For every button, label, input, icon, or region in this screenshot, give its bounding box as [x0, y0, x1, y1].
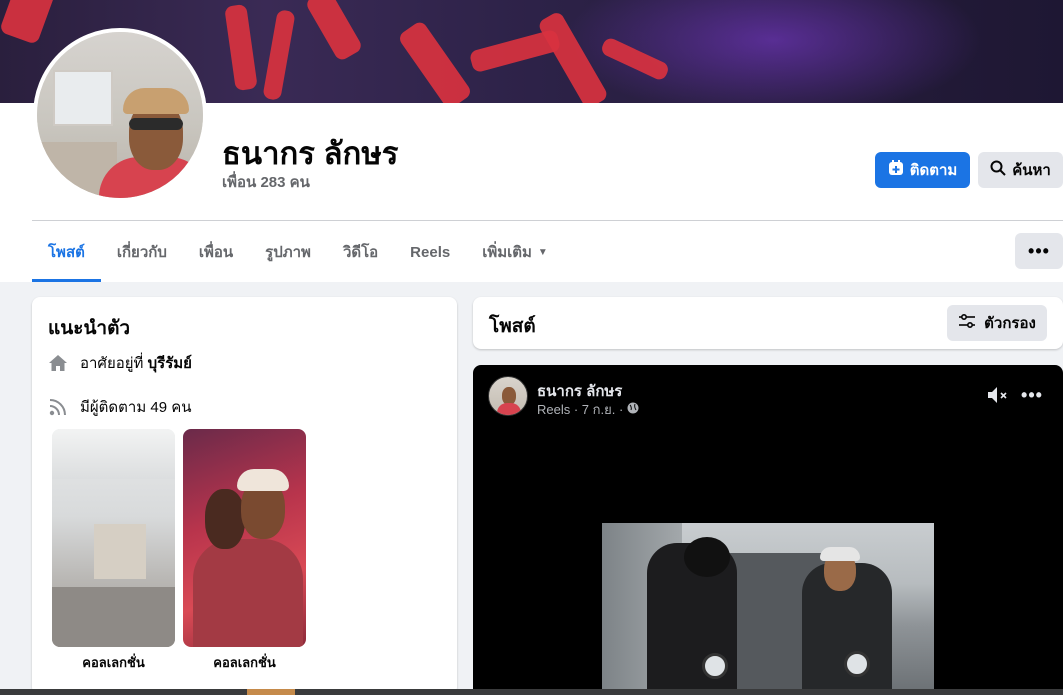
- profile-tabs: โพสต์ เกี่ยวกับ เพื่อน รูปภาพ วิดีโอ Ree…: [32, 222, 564, 282]
- tab-label: เกี่ยวกับ: [116, 244, 167, 261]
- thumb-person: [205, 489, 245, 549]
- tab-label: รูปภาพ: [265, 244, 311, 261]
- filter-icon: [958, 313, 976, 333]
- profile-header: ธนากร ลักษร เพื่อน 283 คน ติดตาม ค้นหา โ…: [0, 0, 1063, 282]
- profile-avatar[interactable]: [33, 28, 207, 202]
- tab-more[interactable]: เพิ่มเติม ▼: [466, 222, 564, 282]
- thumb-body: [193, 539, 303, 647]
- reel-video[interactable]: [602, 523, 934, 695]
- reel-more-button[interactable]: •••: [1019, 383, 1045, 407]
- more-options-button[interactable]: •••: [1015, 233, 1063, 269]
- search-button[interactable]: ค้นหา: [978, 152, 1063, 188]
- bottom-strip: [0, 689, 1063, 695]
- follow-label: ติดตาม: [909, 162, 958, 179]
- collection-label: คอลเลกชั่น: [82, 655, 145, 670]
- cover-streak: [224, 3, 258, 92]
- filter-label: ตัวกรอง: [984, 315, 1036, 332]
- avatar-shirt: [497, 403, 521, 415]
- intro-title: แนะนำตัว: [48, 318, 131, 339]
- thumb-floor: [52, 587, 175, 647]
- collection-label: คอลเลกชั่น: [213, 655, 276, 670]
- tab-friends[interactable]: เพื่อน: [183, 222, 249, 282]
- friends-count[interactable]: เพื่อน 283 คน: [222, 170, 310, 194]
- tab-label: Reels: [410, 243, 451, 261]
- followers-row: มีผู้ติดตาม 49 คน: [48, 395, 192, 419]
- add-friend-icon: [888, 160, 904, 180]
- cover-streak: [396, 19, 474, 103]
- tab-label: โพสต์: [48, 244, 85, 261]
- collection-thumbnail: [183, 429, 306, 647]
- follow-button[interactable]: ติดตาม: [875, 152, 970, 188]
- video-cap: [820, 547, 860, 561]
- thumb-door: [94, 524, 146, 579]
- tab-label: เพิ่มเติม: [482, 244, 532, 261]
- collection-item[interactable]: คอลเลกชั่น: [52, 429, 175, 673]
- collection-item[interactable]: คอลเลกชั่น: [183, 429, 306, 673]
- reel-meta: Reels · 7 ก.ย. ·: [537, 399, 639, 420]
- tab-videos[interactable]: วิดีโอ: [327, 222, 394, 282]
- tab-reels[interactable]: Reels: [394, 222, 466, 282]
- home-icon: [48, 353, 68, 373]
- video-headlight: [844, 651, 870, 677]
- globe-icon: [627, 402, 639, 417]
- reel-post[interactable]: ธนากร ลักษร Reels · 7 ก.ย. · •••: [473, 365, 1063, 695]
- tab-photos[interactable]: รูปภาพ: [249, 222, 327, 282]
- avatar-window: [53, 70, 113, 126]
- search-icon: [990, 160, 1006, 180]
- cover-streak: [262, 9, 296, 101]
- speaker-muted-icon[interactable]: [985, 383, 1011, 407]
- reel-author-avatar[interactable]: [488, 376, 528, 416]
- bottom-strip-segment: [247, 689, 295, 695]
- tab-about[interactable]: เกี่ยวกับ: [101, 222, 183, 282]
- tab-label: วิดีโอ: [342, 244, 379, 261]
- lives-prefix: อาศัยอยู่ที่: [80, 355, 144, 372]
- rss-icon: [48, 397, 68, 417]
- video-headlight: [702, 653, 728, 679]
- avatar-cap: [123, 88, 189, 114]
- header-divider: [32, 220, 1063, 221]
- tab-posts[interactable]: โพสต์: [32, 222, 101, 282]
- collection-thumbnail: [52, 429, 175, 647]
- cover-streak: [304, 0, 364, 63]
- lives-in-row: อาศัยอยู่ที่ บุรีรัมย์: [48, 351, 192, 375]
- search-label: ค้นหา: [1012, 162, 1051, 179]
- posts-title: โพสต์: [489, 316, 536, 337]
- lives-in-text: อาศัยอยู่ที่ บุรีรัมย์: [80, 351, 192, 375]
- caret-down-icon: ▼: [537, 246, 548, 258]
- thumb-hat: [237, 469, 289, 491]
- tab-label: เพื่อน: [198, 244, 234, 261]
- avatar-glasses: [129, 118, 183, 130]
- intro-card: แนะนำตัว อาศัยอยู่ที่ บุรีรัมย์ มีผู้ติด…: [32, 297, 457, 695]
- thumb-ceiling: [52, 429, 175, 479]
- posts-header-card: โพสต์ ตัวกรอง: [473, 297, 1063, 349]
- lives-place[interactable]: บุรีรัมย์: [148, 355, 192, 372]
- filter-button[interactable]: ตัวกรอง: [947, 305, 1047, 341]
- followers-text[interactable]: มีผู้ติดตาม 49 คน: [80, 395, 192, 419]
- reel-meta-text[interactable]: Reels · 7 ก.ย. ·: [537, 399, 623, 420]
- video-helmet: [684, 537, 730, 577]
